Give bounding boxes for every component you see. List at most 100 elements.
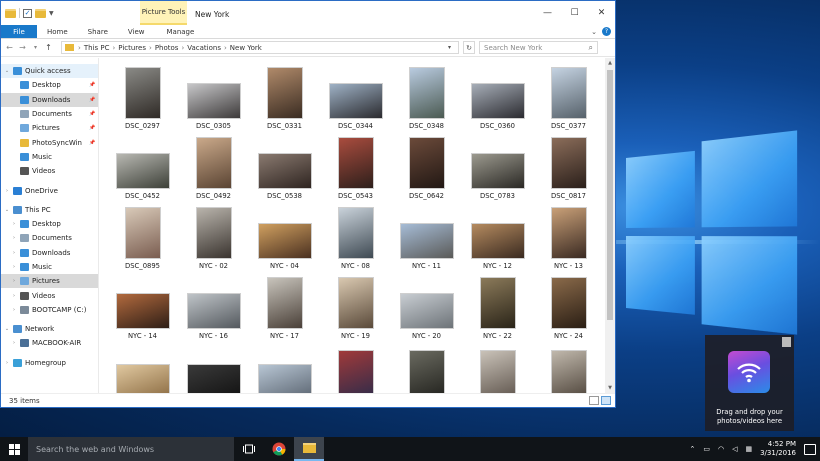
file-item[interactable]: DSC_0305	[178, 64, 249, 134]
nav-pc-documents[interactable]: › Documents	[1, 231, 98, 245]
file-item[interactable]: NYC - 24	[533, 274, 604, 344]
help-icon[interactable]: ?	[602, 27, 611, 36]
wifi-icon[interactable]: ◠	[718, 445, 724, 453]
expand-chevron-icon[interactable]: ›	[11, 221, 17, 227]
nav-quick-downloads[interactable]: Downloads 📌	[1, 92, 98, 107]
breadcrumb-pictures[interactable]: Pictures	[118, 44, 146, 52]
expand-chevron-icon[interactable]: ›	[4, 360, 10, 366]
breadcrumb-new-york[interactable]: New York	[230, 44, 262, 52]
nav-this-pc[interactable]: ⌄ This PC	[1, 203, 98, 217]
file-item[interactable]	[178, 344, 249, 393]
expand-chevron-icon[interactable]: ›	[11, 340, 17, 346]
new-folder-icon[interactable]	[35, 8, 46, 18]
nav-pc-downloads[interactable]: › Downloads	[1, 246, 98, 260]
nav-quick-desktop[interactable]: Desktop 📌	[1, 78, 98, 92]
nav-quick-videos[interactable]: Videos	[1, 164, 98, 178]
file-item[interactable]: DSC_0348	[391, 64, 462, 134]
tab-home[interactable]: Home	[37, 25, 78, 38]
file-item[interactable]: NYC - 08	[320, 204, 391, 274]
file-item[interactable]: NYC - 12	[462, 204, 533, 274]
file-item[interactable]: NYC - 20	[391, 274, 462, 344]
file-item[interactable]	[462, 344, 533, 393]
expand-chevron-icon[interactable]: ›	[11, 264, 17, 270]
nav-pc-videos[interactable]: › Videos	[1, 288, 98, 302]
file-item[interactable]: NYC - 11	[391, 204, 462, 274]
maximize-button[interactable]: ☐	[561, 1, 588, 25]
nav-quick-access[interactable]: ⌄ Quick access	[1, 64, 98, 79]
file-item[interactable]: NYC - 14	[107, 274, 178, 344]
keyboard-icon[interactable]: ▦	[745, 445, 752, 453]
expand-chevron-icon[interactable]: ›	[11, 293, 17, 299]
expand-ribbon-chevron-icon[interactable]: ⌄	[591, 28, 597, 36]
tab-manage[interactable]: Manage	[155, 25, 207, 38]
back-arrow-icon[interactable]: ←	[5, 43, 14, 52]
address-dropdown-chevron-icon[interactable]: ▾	[448, 44, 458, 51]
file-item[interactable]	[391, 344, 462, 393]
expand-chevron-icon[interactable]: ›	[11, 235, 17, 241]
file-item[interactable]: NYC - 13	[533, 204, 604, 274]
nav-quick-music[interactable]: Music	[1, 150, 98, 164]
file-item[interactable]: DSC_0452	[107, 134, 178, 204]
taskbar-search-input[interactable]: Search the web and Windows	[28, 437, 234, 461]
expand-chevron-icon[interactable]: ›	[4, 188, 10, 194]
file-item[interactable]	[533, 344, 604, 393]
expand-chevron-icon[interactable]: ⌄	[4, 68, 10, 74]
large-icons-view-icon[interactable]	[601, 396, 611, 405]
recent-locations-chevron-icon[interactable]: ▾	[31, 44, 40, 51]
file-item[interactable]: DSC_0331	[249, 64, 320, 134]
show-hidden-icons-chevron-icon[interactable]: ⌃	[689, 445, 695, 453]
scroll-down-icon[interactable]: ▼	[605, 383, 615, 393]
minimize-button[interactable]: —	[534, 1, 561, 25]
nav-pc-desktop[interactable]: › Desktop	[1, 217, 98, 231]
nav-homegroup[interactable]: › Homegroup	[1, 356, 98, 370]
nav-pc-pictures[interactable]: › Pictures	[1, 274, 98, 289]
vertical-scrollbar[interactable]: ▲ ▼	[605, 58, 615, 393]
file-item[interactable]: NYC - 19	[320, 274, 391, 344]
up-arrow-icon[interactable]: ↑	[44, 43, 53, 52]
address-bar[interactable]: › This PC › Pictures › Photos › Vacation…	[61, 41, 459, 54]
network-icon[interactable]: ▭	[703, 445, 710, 453]
tab-share[interactable]: Share	[78, 25, 118, 38]
file-item[interactable]: DSC_0360	[462, 64, 533, 134]
breadcrumb-this-pc[interactable]: This PC	[84, 44, 110, 52]
action-center-icon[interactable]	[804, 443, 816, 455]
navigation-pane[interactable]: ⌄ Quick access Desktop 📌 Downloads 📌 Documents…	[1, 58, 99, 393]
expand-chevron-icon[interactable]: ⌄	[4, 207, 10, 213]
expand-chevron-icon[interactable]: ›	[11, 278, 17, 284]
file-item[interactable]: NYC - 16	[178, 274, 249, 344]
chrome-taskbar-button[interactable]	[264, 437, 294, 461]
file-item[interactable]: NYC - 17	[249, 274, 320, 344]
search-input[interactable]: Search New York ⌕	[479, 41, 598, 54]
expand-chevron-icon[interactable]: ›	[11, 307, 17, 313]
clock[interactable]: 4:52 PM 3/31/2016	[760, 440, 796, 458]
file-item[interactable]: DSC_0543	[320, 134, 391, 204]
nav-network[interactable]: ⌄ Network	[1, 322, 98, 336]
file-item[interactable]: NYC - 02	[178, 204, 249, 274]
nav-quick-pictures[interactable]: Pictures 📌	[1, 121, 98, 135]
forward-arrow-icon[interactable]: →	[18, 43, 27, 52]
file-item[interactable]: DSC_0344	[320, 64, 391, 134]
start-button[interactable]	[0, 437, 28, 461]
task-view-button[interactable]	[234, 437, 264, 461]
file-explorer-taskbar-button[interactable]	[294, 437, 324, 461]
expand-chevron-icon[interactable]: ⌄	[4, 326, 10, 332]
scrollbar-thumb[interactable]	[607, 70, 613, 320]
nav-quick-photosyncwin[interactable]: PhotoSyncWin 📌	[1, 135, 98, 149]
file-view[interactable]: DSC_0297 DSC_0305 DSC_0331 DSC_0344 DSC_0348…	[99, 58, 615, 393]
details-view-icon[interactable]	[589, 396, 599, 405]
nav-onedrive[interactable]: › OneDrive	[1, 183, 98, 197]
nav-pc-bootcamp-c[interactable]: › BOOTCAMP (C:)	[1, 303, 98, 317]
file-item[interactable]: DSC_0817	[533, 134, 604, 204]
refresh-icon[interactable]: ↻	[463, 41, 475, 54]
file-item[interactable]	[249, 344, 320, 393]
close-button[interactable]: ✕	[588, 1, 615, 25]
volume-icon[interactable]: ◁	[732, 445, 737, 453]
close-toast-button[interactable]	[782, 337, 791, 347]
breadcrumb-photos[interactable]: Photos	[155, 44, 179, 52]
file-item[interactable]	[107, 344, 178, 393]
file-item[interactable]: NYC - 04	[249, 204, 320, 274]
file-item[interactable]: DSC_0492	[178, 134, 249, 204]
file-item[interactable]: DSC_0642	[391, 134, 462, 204]
photosync-drop-toast[interactable]: Drag and drop your photos/videos here	[705, 335, 794, 431]
scroll-up-icon[interactable]: ▲	[605, 58, 615, 68]
